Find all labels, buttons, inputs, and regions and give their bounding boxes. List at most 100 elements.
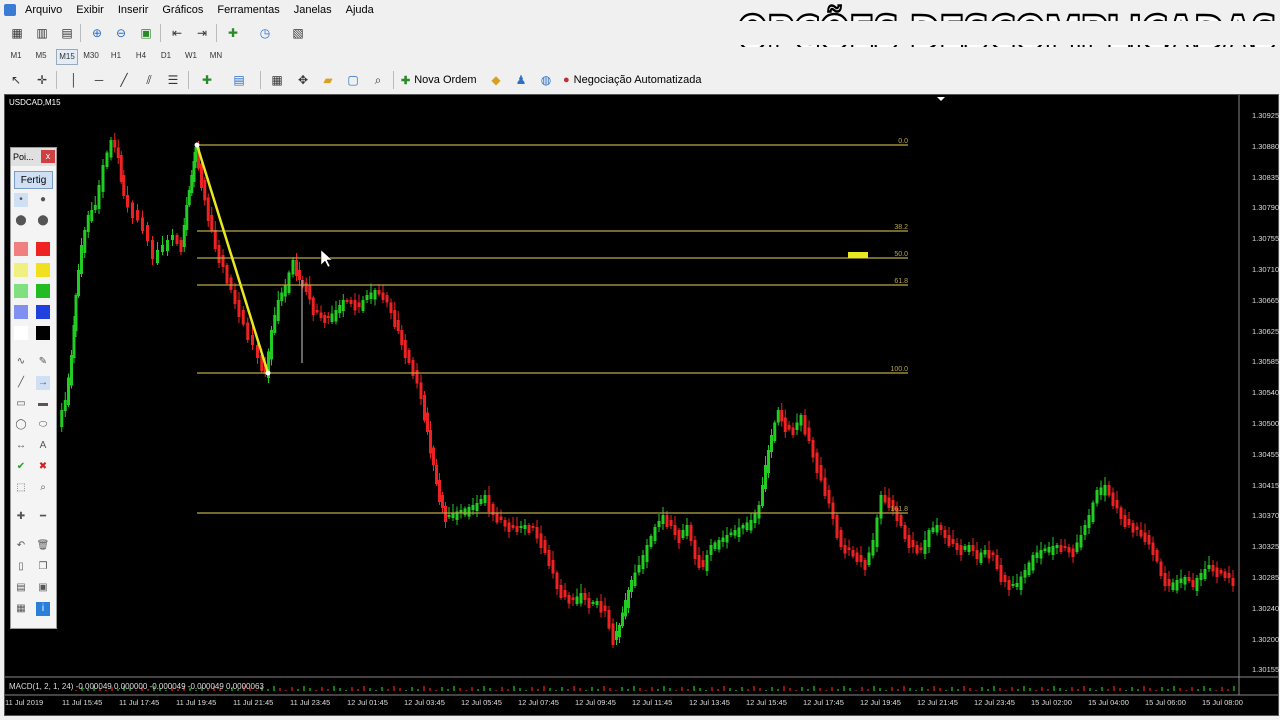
price-chart[interactable]: 0.0 38.2 50.0 61.8 100.0 161.8 USDCAD,M15 MAC…	[4, 94, 1279, 716]
tile-windows-icon[interactable]: ▣	[137, 24, 155, 42]
horizontal-line-icon[interactable]: ─	[90, 71, 108, 89]
zoom-out-icon[interactable]: ⊖	[112, 24, 130, 42]
candle-body	[1031, 555, 1035, 571]
trash-icon[interactable]: 🗑	[36, 539, 50, 553]
double-arrow-icon[interactable]: ↔	[14, 439, 28, 453]
ellipse-icon[interactable]: ◯	[14, 418, 28, 432]
zoom-in-icon[interactable]: ⊕	[88, 24, 106, 42]
save-icon[interactable]: ▣	[36, 581, 50, 595]
info-icon[interactable]: i	[36, 602, 50, 616]
red-light-swatch[interactable]	[14, 242, 28, 256]
yellow-swatch[interactable]	[36, 263, 50, 277]
fibonacci-icon[interactable]: ☰	[164, 71, 182, 89]
navigator-icon[interactable]: ▦	[268, 71, 286, 89]
candle-body	[737, 527, 741, 537]
black-swatch[interactable]	[36, 326, 50, 340]
arrow-line-icon[interactable]: →	[36, 376, 50, 390]
minus-icon[interactable]: ━	[36, 510, 50, 524]
timeframe-m30[interactable]: M30	[81, 49, 101, 63]
pencil-icon[interactable]: ✎	[36, 355, 50, 369]
market-watch-icon[interactable]: ▤	[58, 24, 76, 42]
red-swatch[interactable]	[36, 242, 50, 256]
green-light-swatch[interactable]	[14, 284, 28, 298]
text-icon[interactable]: A	[36, 439, 50, 453]
chart-shift-icon[interactable]: ⇤	[168, 24, 186, 42]
point-medium-icon[interactable]: ●	[36, 193, 50, 207]
signals-icon[interactable]: ◆	[487, 71, 505, 89]
menu-ferramentas[interactable]: Ferramentas	[217, 4, 279, 16]
new-chart-icon[interactable]: ▦	[8, 24, 26, 42]
windows-icon[interactable]: ▤	[230, 71, 248, 89]
move-icon[interactable]: ✥	[294, 71, 312, 89]
freehand-icon[interactable]: ∿	[14, 355, 28, 369]
menu-graficos[interactable]: Gráficos	[162, 4, 203, 16]
green-swatch[interactable]	[36, 284, 50, 298]
menu-ajuda[interactable]: Ajuda	[346, 4, 374, 16]
candle-body	[83, 230, 87, 253]
macd-bar	[693, 686, 695, 691]
macd-bar	[573, 686, 575, 691]
line-icon[interactable]: ╱	[14, 376, 28, 390]
white-swatch[interactable]	[14, 326, 28, 340]
candle-body	[685, 525, 689, 536]
new-page-icon[interactable]: ▯	[14, 560, 28, 574]
timeframe-h1[interactable]: H1	[106, 49, 126, 63]
macd-bar	[981, 687, 983, 691]
cursor-icon[interactable]: ↖	[7, 71, 25, 89]
vertical-line-icon[interactable]: │	[65, 71, 83, 89]
blue-light-swatch[interactable]	[14, 305, 28, 319]
yellow-light-swatch[interactable]	[14, 263, 28, 277]
timeframe-mn[interactable]: MN	[206, 49, 226, 63]
menu-exibir[interactable]: Exibir	[76, 4, 104, 16]
channel-icon[interactable]: ⫽	[140, 71, 158, 89]
terminal-icon[interactable]: ▢	[344, 71, 362, 89]
print-icon[interactable]: ▤	[14, 581, 28, 595]
menu-arquivo[interactable]: Arquivo	[25, 4, 62, 16]
macd-bar	[987, 689, 989, 691]
auto-trading-button[interactable]: ● Negociação Automatizada	[563, 71, 701, 89]
macd-bar	[1209, 688, 1211, 691]
screenshot-icon[interactable]: ▦	[14, 602, 28, 616]
timeframe-m5[interactable]: M5	[31, 49, 51, 63]
palette-close-button[interactable]: x	[41, 150, 55, 163]
candle-body	[741, 525, 745, 529]
timeframe-h4[interactable]: H4	[131, 49, 151, 63]
check-icon[interactable]: ✔	[14, 460, 28, 474]
new-order-button[interactable]: ✚ Nova Ordem	[401, 71, 477, 89]
indicators-icon[interactable]: ✚	[224, 24, 242, 42]
profiles-icon[interactable]: ▥	[33, 24, 51, 42]
palette-done-button[interactable]: Fertig	[14, 171, 53, 189]
autoscroll-icon[interactable]: ⇥	[193, 24, 211, 42]
rectangle-icon[interactable]: ▭	[14, 397, 28, 411]
periods-icon[interactable]: ◷	[256, 24, 274, 42]
filled-ellipse-icon[interactable]: ⬭	[36, 418, 50, 432]
community-icon[interactable]: ♟	[512, 71, 530, 89]
undo-icon[interactable]: ↶	[14, 539, 28, 553]
timeframe-w1[interactable]: W1	[181, 49, 201, 63]
candle-body	[633, 572, 637, 586]
market-icon[interactable]: ◍	[537, 71, 555, 89]
timeframe-m1[interactable]: M1	[6, 49, 26, 63]
blue-swatch[interactable]	[36, 305, 50, 319]
plus-icon[interactable]: ✚	[14, 510, 28, 524]
select-icon[interactable]: ⬚	[14, 481, 28, 495]
copy-icon[interactable]: ❐	[36, 560, 50, 574]
templates-icon[interactable]: ▧	[289, 24, 307, 42]
filled-rectangle-icon[interactable]: ▬	[36, 397, 50, 411]
trendline-icon[interactable]: ╱	[115, 71, 133, 89]
point-large-icon[interactable]: ⬤	[14, 214, 28, 228]
menu-janelas[interactable]: Janelas	[294, 4, 332, 16]
candle-body	[499, 516, 503, 520]
delete-icon[interactable]: ✖	[36, 460, 50, 474]
tester-icon[interactable]: ⌕	[369, 71, 387, 89]
trendline-handle	[265, 370, 271, 376]
timeframe-m15[interactable]: M15	[56, 49, 78, 65]
add-object-icon[interactable]: ✚	[198, 71, 216, 89]
magnify-icon[interactable]: ⌕	[36, 481, 50, 495]
menu-inserir[interactable]: Inserir	[118, 4, 149, 16]
folder-icon[interactable]: ▰	[319, 71, 337, 89]
timeframe-d1[interactable]: D1	[156, 49, 176, 63]
point-small-icon[interactable]: •	[14, 193, 28, 207]
crosshair-icon[interactable]: ✛	[33, 71, 51, 89]
point-xlarge-icon[interactable]: ⬤	[36, 214, 50, 228]
